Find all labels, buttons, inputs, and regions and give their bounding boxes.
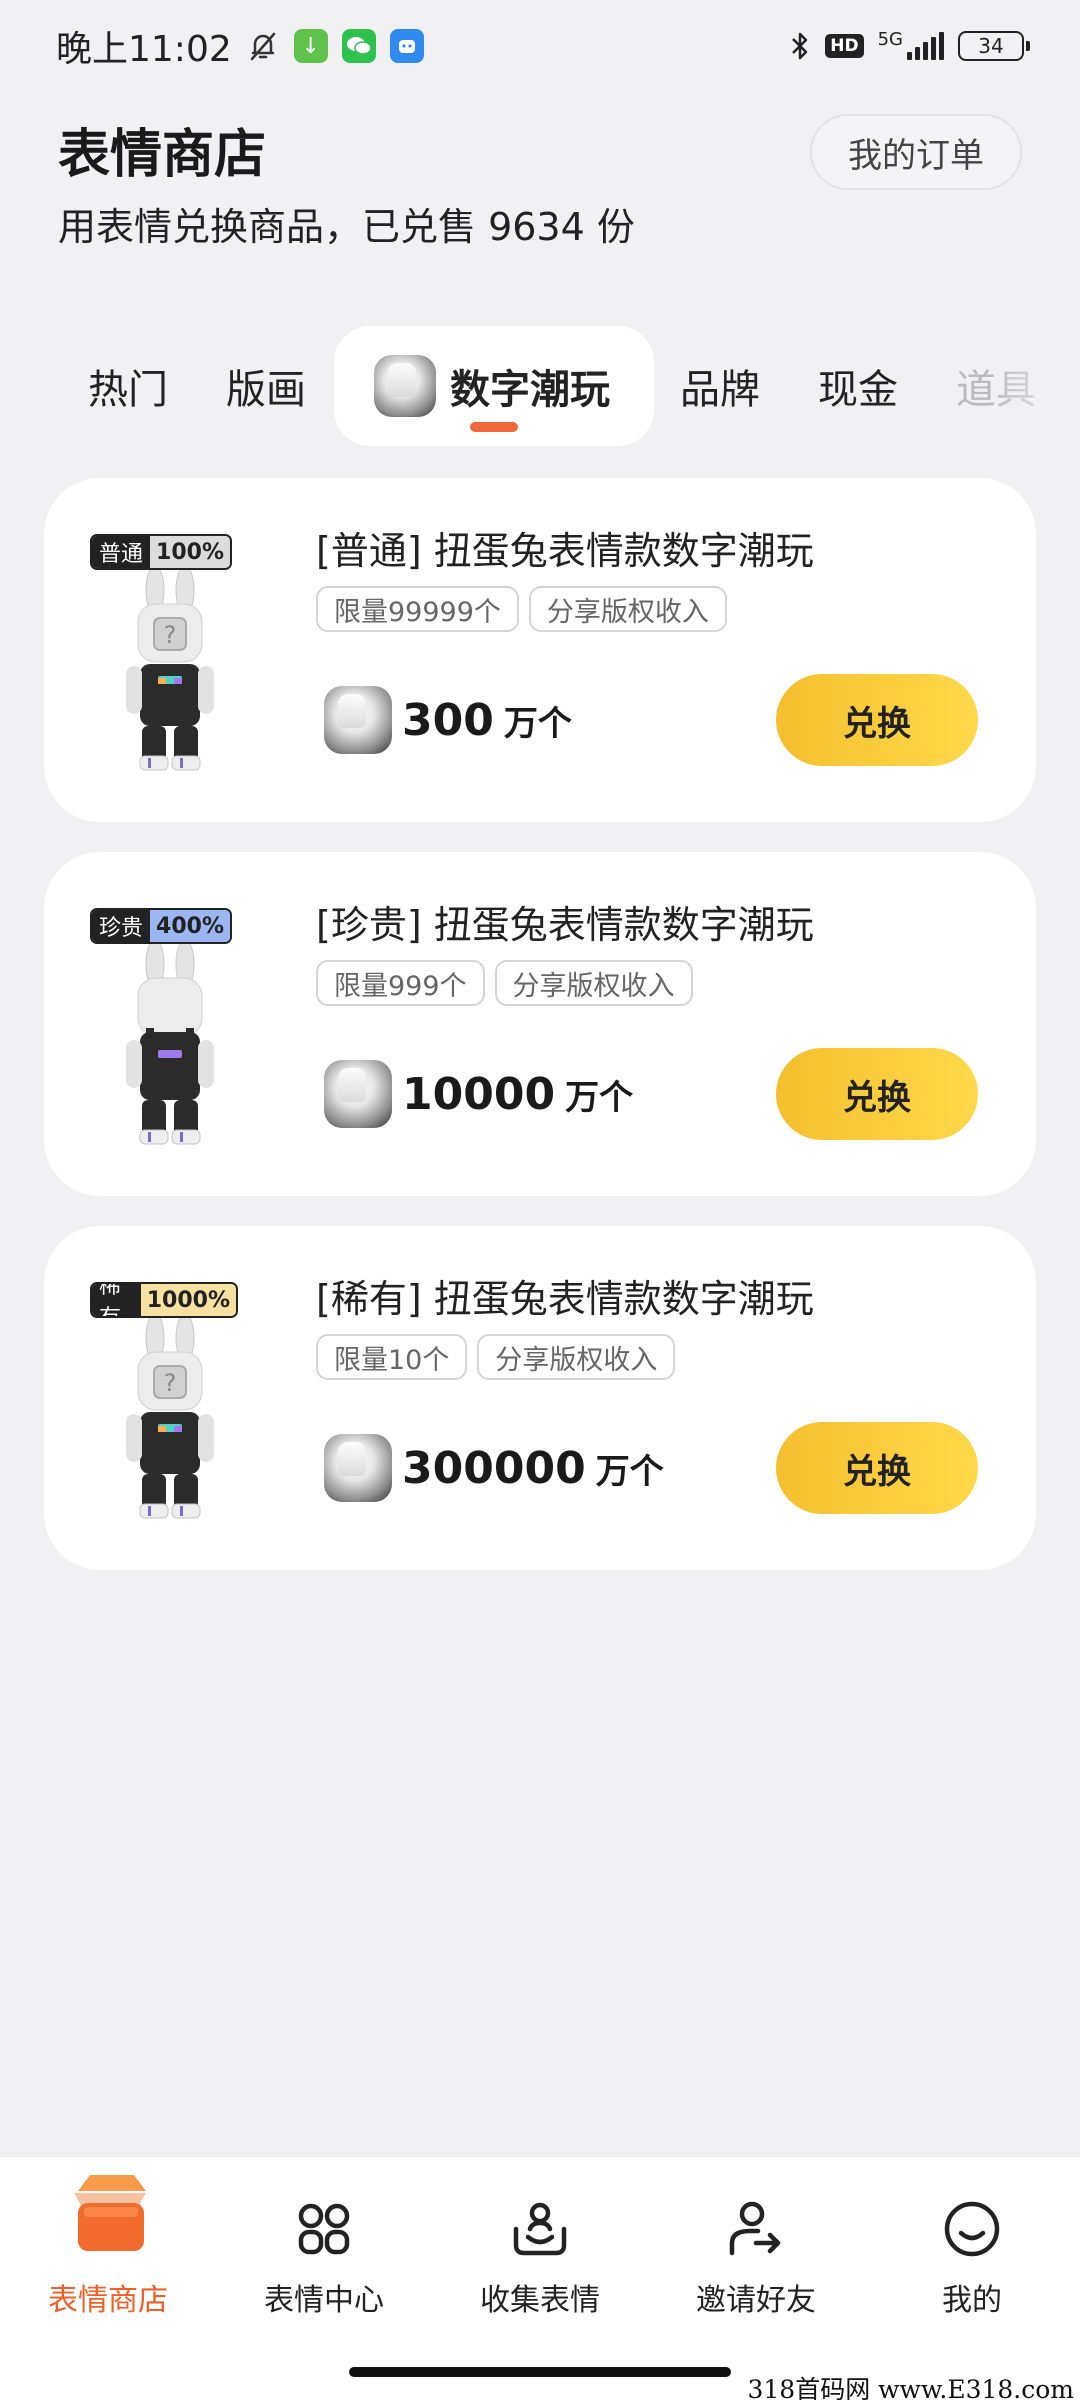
- limit-tag: 限量999个: [316, 960, 485, 1006]
- product-price: 300000 万个: [324, 1434, 664, 1502]
- tabs-fade-overlay: [990, 326, 1080, 446]
- profile-icon: [944, 2201, 1000, 2257]
- page-title: 表情商店: [58, 125, 267, 185]
- nav-label: 表情中心: [264, 2283, 384, 2318]
- product-card[interactable]: 普通 100% ? [普通] 扭蛋兔表情款数字潮玩 限量99999个 分享版权收…: [44, 478, 1036, 822]
- exchange-button[interactable]: 兑换: [776, 1048, 978, 1140]
- bluetooth-icon: [792, 32, 808, 60]
- network-label: 5G: [877, 28, 903, 50]
- product-title: [普通] 扭蛋兔表情款数字潮玩: [316, 529, 814, 573]
- ice-token-icon: [324, 686, 392, 754]
- rarity-badge: 稀有 1000%: [90, 1282, 238, 1318]
- nav-expression-shop[interactable]: 表情商店: [0, 2157, 216, 2318]
- bunny-toy-image: [126, 942, 214, 1145]
- invite-icon: [729, 2201, 781, 2256]
- product-price: 10000 万个: [324, 1060, 633, 1128]
- product-price: 300 万个: [324, 686, 572, 754]
- product-title: [稀有] 扭蛋兔表情款数字潮玩: [316, 1277, 814, 1321]
- tab-brand[interactable]: 品牌: [680, 326, 760, 446]
- status-bar: 晚上11:02 ↓ HD 5G 34: [0, 0, 1080, 92]
- signal-icon: [907, 32, 944, 60]
- status-time: 晚上11:02: [56, 29, 232, 70]
- rarity-percent: 1000%: [140, 1284, 236, 1316]
- hd-badge: HD: [825, 34, 864, 58]
- price-value: 300: [402, 694, 494, 746]
- battery-level: 34: [978, 34, 1004, 58]
- page-subtitle: 用表情兑换商品，已兑售 9634 份: [58, 205, 635, 249]
- nav-label: 邀请好友: [696, 2283, 816, 2318]
- nav-label: 我的: [942, 2283, 1002, 2318]
- nav-label: 收集表情: [480, 2283, 600, 2318]
- status-bar-left: 晚上11:02 ↓: [56, 20, 424, 72]
- revenue-share-tag: 分享版权收入: [494, 960, 693, 1006]
- rarity-badge: 普通 100%: [90, 534, 232, 570]
- tab-hot[interactable]: 热门: [88, 326, 168, 446]
- product-figure: 稀有 1000% ?: [90, 1282, 238, 1522]
- shop-icon: [74, 2175, 146, 2251]
- ice-token-icon: [374, 355, 436, 417]
- bunny-toy-image: ?: [126, 1316, 214, 1519]
- mute-bell-icon: [250, 32, 275, 61]
- ice-token-icon: [324, 1434, 392, 1502]
- revenue-share-tag: 分享版权收入: [528, 586, 727, 632]
- bottom-navigation: 表情商店 表情中心 收集表情 邀请好友 我的: [0, 2156, 1080, 2400]
- limit-tag: 限量99999个: [316, 586, 519, 632]
- tab-prints[interactable]: 版画: [226, 326, 306, 446]
- price-unit: 万个: [595, 1451, 664, 1492]
- rarity-percent: 400%: [150, 910, 230, 942]
- tab-digital-toys-label: 数字潮玩: [450, 367, 610, 413]
- status-bar-right: HD 5G 34: [789, 28, 1030, 64]
- ice-token-icon: [324, 1060, 392, 1128]
- price-unit: 万个: [565, 1077, 634, 1118]
- revenue-share-tag: 分享版权收入: [477, 1334, 676, 1380]
- wechat-icon: [341, 29, 376, 63]
- collect-icon: [513, 2202, 567, 2256]
- price-value: 10000: [402, 1068, 556, 1120]
- nav-label: 表情商店: [48, 2283, 168, 2318]
- nav-collect-expressions[interactable]: 收集表情: [432, 2157, 648, 2318]
- exchange-button[interactable]: 兑换: [776, 1422, 978, 1514]
- watermark-text: 318首码网 www.E318.com: [747, 2375, 1074, 2400]
- svg-text:?: ?: [164, 1369, 177, 1397]
- app-notification-icon: [389, 29, 424, 63]
- nav-profile[interactable]: 我的: [864, 2157, 1080, 2318]
- rarity-name: 普通: [92, 536, 151, 568]
- rarity-name: 稀有: [92, 1284, 141, 1316]
- product-tags: 限量10个 分享版权收入: [316, 1334, 676, 1380]
- product-card[interactable]: 珍贵 400% [珍贵] 扭蛋兔表情款数字潮玩 限量999个 分享版权收入 10…: [44, 852, 1036, 1196]
- bunny-toy-image: ?: [126, 568, 214, 771]
- product-title: [珍贵] 扭蛋兔表情款数字潮玩: [316, 903, 814, 947]
- rarity-badge: 珍贵 400%: [90, 908, 232, 944]
- product-figure: 珍贵 400%: [90, 908, 238, 1148]
- rarity-name: 珍贵: [92, 910, 151, 942]
- product-figure: 普通 100% ?: [90, 534, 238, 774]
- svg-text:?: ?: [164, 621, 177, 649]
- nav-expression-center[interactable]: 表情中心: [216, 2157, 432, 2318]
- download-icon: ↓: [293, 29, 328, 63]
- price-unit: 万个: [503, 703, 572, 744]
- rarity-percent: 100%: [150, 536, 230, 568]
- nav-invite-friends[interactable]: 邀请好友: [648, 2157, 864, 2318]
- active-tab-indicator: [470, 422, 518, 432]
- exchange-button[interactable]: 兑换: [776, 674, 978, 766]
- limit-tag: 限量10个: [316, 1334, 468, 1380]
- home-indicator[interactable]: [349, 2367, 731, 2377]
- product-tags: 限量99999个 分享版权收入: [316, 586, 727, 632]
- product-card[interactable]: 稀有 1000% ? [稀有] 扭蛋兔表情款数字潮玩 限量10个 分享版权收入: [44, 1226, 1036, 1570]
- price-value: 300000: [402, 1442, 586, 1494]
- my-orders-button[interactable]: 我的订单: [810, 114, 1022, 190]
- battery-icon: 34: [958, 31, 1030, 61]
- category-tabs: 热门 版画 数字潮玩 品牌 现金 道具: [0, 326, 1080, 446]
- tab-digital-toys[interactable]: 数字潮玩: [334, 326, 654, 446]
- tab-cash[interactable]: 现金: [818, 326, 898, 446]
- grid-icon: [298, 2203, 350, 2255]
- product-tags: 限量999个 分享版权收入: [316, 960, 693, 1006]
